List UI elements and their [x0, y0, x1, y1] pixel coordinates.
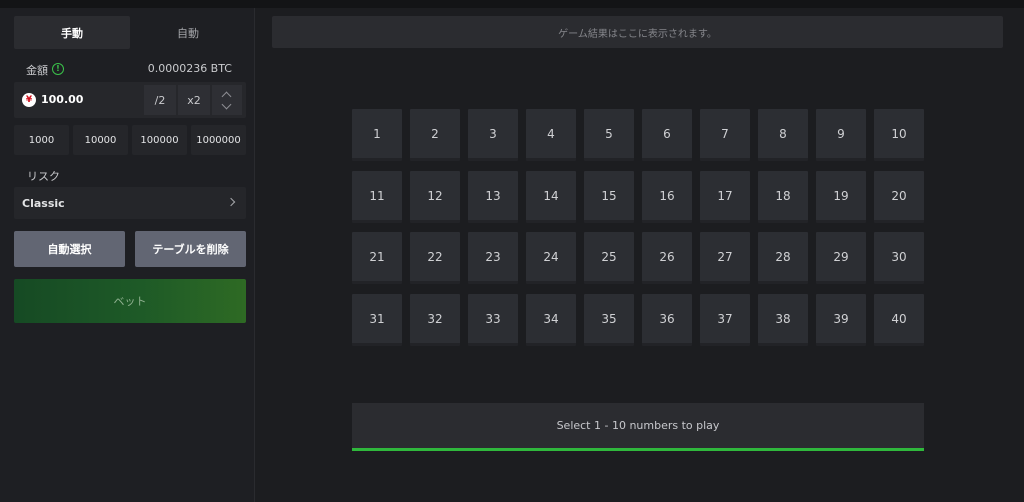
preset-button[interactable]: 1000000: [191, 125, 246, 155]
number-tile[interactable]: 26: [642, 232, 692, 284]
number-tile[interactable]: 8: [758, 109, 808, 161]
yen-currency-icon: ¥: [22, 93, 36, 107]
number-tile[interactable]: 6: [642, 109, 692, 161]
number-tile[interactable]: 17: [700, 171, 750, 223]
number-tile[interactable]: 38: [758, 294, 808, 346]
number-tile[interactable]: 11: [352, 171, 402, 223]
number-tile[interactable]: 20: [874, 171, 924, 223]
game-area: ゲーム結果はここに表示されます。 1 2 3 4 5 6 7 8 9 10 11 12 13 14 15 16…: [255, 8, 1024, 502]
mode-tabs: 手動 自動: [14, 16, 246, 49]
number-tile[interactable]: 16: [642, 171, 692, 223]
amount-label-row: 金額 ! 0.0000236 BTC: [14, 62, 246, 78]
number-tile[interactable]: 30: [874, 232, 924, 284]
number-tile[interactable]: 36: [642, 294, 692, 346]
clear-table-button[interactable]: テーブルを削除: [135, 231, 246, 267]
bet-amount-value[interactable]: 100.00: [41, 93, 83, 106]
number-tile[interactable]: 12: [410, 171, 460, 223]
risk-select[interactable]: Classic: [14, 187, 246, 219]
number-tile[interactable]: 1: [352, 109, 402, 161]
number-tile[interactable]: 14: [526, 171, 576, 223]
keno-game-screen: 手動 自動 金額 ! 0.0000236 BTC ¥ 100.00 /2 x2 …: [0, 0, 1024, 502]
preset-button[interactable]: 100000: [132, 125, 187, 155]
number-tile[interactable]: 37: [700, 294, 750, 346]
number-tile[interactable]: 39: [816, 294, 866, 346]
number-tile[interactable]: 9: [816, 109, 866, 161]
number-tile[interactable]: 21: [352, 232, 402, 284]
selection-progress-bar: [352, 448, 924, 451]
number-tile[interactable]: 27: [700, 232, 750, 284]
preset-button[interactable]: 10000: [73, 125, 128, 155]
number-tile[interactable]: 15: [584, 171, 634, 223]
number-tile[interactable]: 40: [874, 294, 924, 346]
risk-selected-value: Classic: [22, 197, 65, 210]
bet-button[interactable]: ベット: [14, 279, 246, 323]
bet-amount-field[interactable]: ¥ 100.00 /2 x2: [14, 82, 246, 118]
number-tile[interactable]: 28: [758, 232, 808, 284]
number-tile[interactable]: 3: [468, 109, 518, 161]
number-tile[interactable]: 2: [410, 109, 460, 161]
number-tile[interactable]: 34: [526, 294, 576, 346]
number-tile[interactable]: 25: [584, 232, 634, 284]
number-tile[interactable]: 18: [758, 171, 808, 223]
preset-button[interactable]: 1000: [14, 125, 69, 155]
bet-control-panel: 手動 自動 金額 ! 0.0000236 BTC ¥ 100.00 /2 x2 …: [0, 8, 255, 502]
selection-info-panel: Select 1 - 10 numbers to play: [352, 403, 924, 448]
amount-label: 金額: [26, 64, 48, 77]
btc-equivalent: 0.0000236 BTC: [147, 62, 232, 75]
number-tile[interactable]: 5: [584, 109, 634, 161]
number-tile[interactable]: 23: [468, 232, 518, 284]
game-result-bar: ゲーム結果はここに表示されます。: [272, 16, 1003, 48]
amount-stepper[interactable]: [212, 85, 242, 115]
number-tile[interactable]: 29: [816, 232, 866, 284]
number-tile[interactable]: 24: [526, 232, 576, 284]
number-tile[interactable]: 19: [816, 171, 866, 223]
number-board: 1 2 3 4 5 6 7 8 9 10 11 12 13 14 15 16 17 18 19 20 21 22 23 24 2…: [352, 109, 924, 346]
tab-manual[interactable]: 手動: [14, 16, 130, 49]
number-tile[interactable]: 7: [700, 109, 750, 161]
number-tile[interactable]: 22: [410, 232, 460, 284]
chevron-down-icon[interactable]: [221, 99, 232, 110]
number-tile[interactable]: 10: [874, 109, 924, 161]
auto-pick-button[interactable]: 自動選択: [14, 231, 125, 267]
halve-amount-button[interactable]: /2: [144, 85, 176, 115]
number-tile[interactable]: 35: [584, 294, 634, 346]
double-amount-button[interactable]: x2: [178, 85, 210, 115]
tab-auto[interactable]: 自動: [130, 16, 246, 49]
chevron-right-icon: [226, 197, 236, 207]
preset-amounts: 1000 10000 100000 1000000: [14, 125, 246, 155]
number-tile[interactable]: 13: [468, 171, 518, 223]
number-tile[interactable]: 32: [410, 294, 460, 346]
number-tile[interactable]: 4: [526, 109, 576, 161]
info-icon[interactable]: !: [52, 63, 64, 75]
number-tile[interactable]: 31: [352, 294, 402, 346]
top-bar: [0, 0, 1024, 8]
number-tile[interactable]: 33: [468, 294, 518, 346]
risk-label: リスク: [27, 170, 60, 183]
